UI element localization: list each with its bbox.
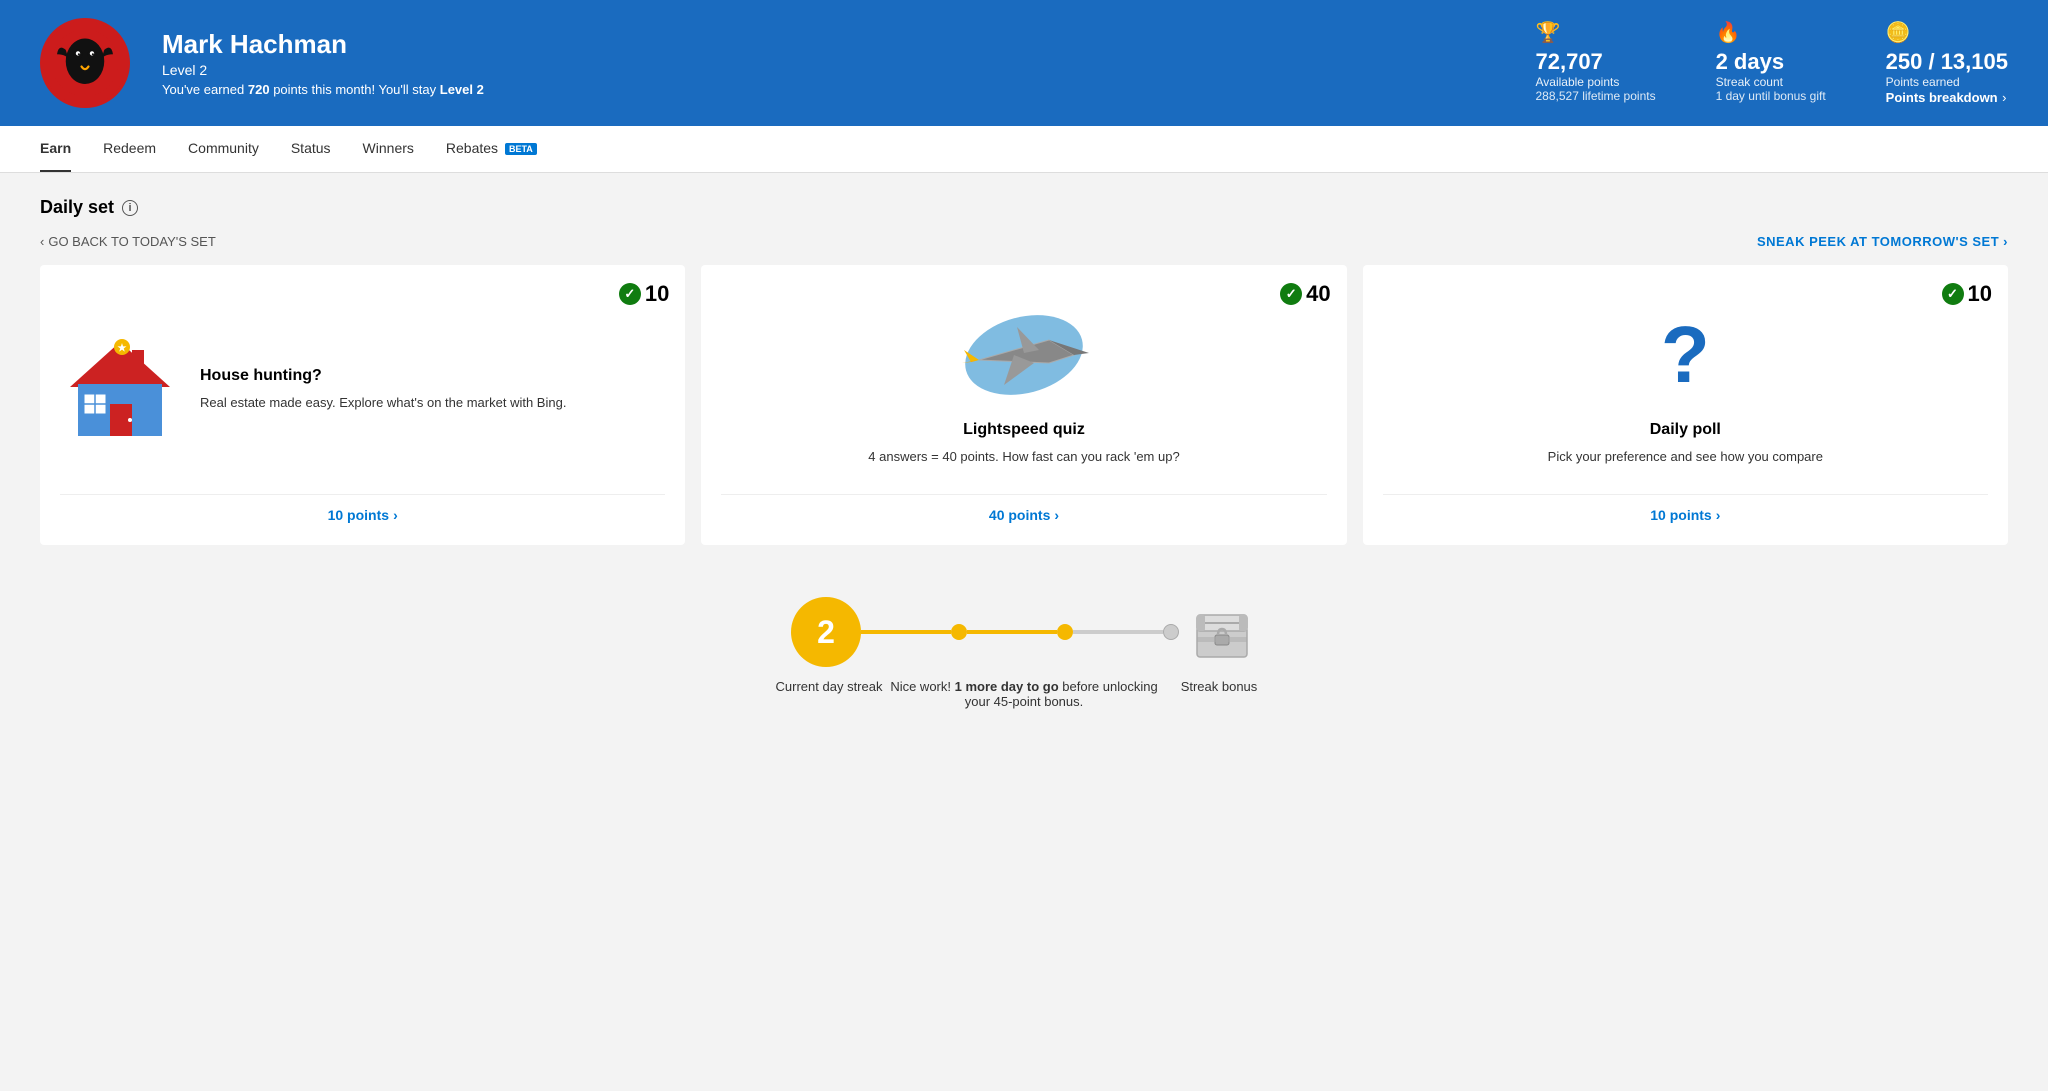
card-3-desc: Pick your preference and see how you com… bbox=[1548, 447, 1823, 467]
card-2-desc: 4 answers = 40 points. How fast can you … bbox=[868, 447, 1179, 467]
streak-line-2 bbox=[967, 630, 1057, 634]
streak-track: 2 bbox=[791, 597, 1257, 667]
question-mark-image: ? bbox=[1635, 305, 1735, 405]
card-3-points-badge: ✓ 10 bbox=[1942, 281, 1992, 307]
card-3-body: ? Daily poll Pick your preference and se… bbox=[1383, 285, 1988, 494]
streak-chest-image bbox=[1187, 600, 1257, 665]
card-2-body: Lightspeed quiz 4 answers = 40 points. H… bbox=[721, 285, 1326, 494]
house-svg: ★ bbox=[60, 332, 180, 442]
streak-current-label: Current day streak bbox=[776, 679, 883, 694]
card-1-footer: 10 points › bbox=[60, 494, 665, 525]
card-1-text: House hunting? Real estate made easy. Ex… bbox=[200, 367, 665, 413]
stat-available-points: 🏆 72,707 Available points 288,527 lifeti… bbox=[1536, 20, 1656, 107]
streak-dot-2 bbox=[1057, 624, 1073, 640]
nav-earn[interactable]: Earn bbox=[40, 126, 71, 172]
streak-line-3 bbox=[1073, 630, 1163, 634]
streak-line-1 bbox=[861, 630, 951, 634]
points-earned-label: Points earned bbox=[1886, 75, 2008, 89]
user-info: Mark Hachman Level 2 You've earned 720 p… bbox=[162, 29, 1504, 97]
card-2-footer: 40 points › bbox=[721, 494, 1326, 525]
user-name: Mark Hachman bbox=[162, 29, 1504, 60]
avatar bbox=[40, 18, 130, 108]
card-2-check: ✓ bbox=[1280, 283, 1302, 305]
nav-community[interactable]: Community bbox=[188, 126, 259, 172]
flame-icon: 🔥 bbox=[1716, 20, 1826, 45]
beta-badge: BETA bbox=[505, 143, 537, 155]
lifetime-points: 288,527 lifetime points bbox=[1536, 89, 1656, 103]
streak-dot-3 bbox=[1163, 624, 1179, 640]
points-earned-value: 250 / 13,105 bbox=[1886, 49, 2008, 75]
avatar-icon bbox=[50, 28, 120, 98]
card-3-footer: 10 points › bbox=[1383, 494, 1988, 525]
nav-status[interactable]: Status bbox=[291, 126, 331, 172]
card-3-title: Daily poll bbox=[1650, 421, 1721, 439]
streak-day-circle: 2 bbox=[791, 597, 861, 667]
main-content: Daily set i ‹ GO BACK TO TODAY'S SET SNE… bbox=[0, 173, 2048, 789]
streak-middle-text: Nice work! 1 more day to go before unloc… bbox=[884, 679, 1164, 709]
streak-section: 2 bbox=[40, 577, 2008, 749]
streak-count-label: Streak count bbox=[1716, 75, 1826, 89]
sneak-peek-link[interactable]: SNEAK PEEK AT TOMORROW'S SET › bbox=[1757, 234, 2008, 249]
card-1-points-badge: ✓ 10 bbox=[619, 281, 669, 307]
user-level: Level 2 bbox=[162, 62, 1504, 78]
card-daily-poll[interactable]: ✓ 10 ? Daily poll Pick your preference a… bbox=[1363, 265, 2008, 545]
nav-winners[interactable]: Winners bbox=[363, 126, 414, 172]
streak-current-col: Current day streak bbox=[774, 679, 884, 694]
card-1-desc: Real estate made easy. Explore what's on… bbox=[200, 393, 665, 413]
header-stats: 🏆 72,707 Available points 288,527 lifeti… bbox=[1536, 20, 2009, 107]
card-2-title: Lightspeed quiz bbox=[963, 421, 1085, 439]
monthly-points: 720 bbox=[248, 82, 270, 97]
jet-image bbox=[959, 305, 1089, 405]
card-3-footer-link[interactable]: 10 points › bbox=[1650, 507, 1720, 523]
card-house-hunting[interactable]: ✓ 10 ★ bbox=[40, 265, 685, 545]
cards-row: ✓ 10 ★ bbox=[40, 265, 2008, 545]
svg-text:★: ★ bbox=[118, 343, 127, 354]
user-monthly-message: You've earned 720 points this month! You… bbox=[162, 82, 1504, 97]
nav-rebates[interactable]: Rebates BETA bbox=[446, 126, 537, 172]
jet-svg bbox=[959, 305, 1089, 405]
card-1-title: House hunting? bbox=[200, 367, 665, 385]
nav-redeem[interactable]: Redeem bbox=[103, 126, 156, 172]
streak-dot-1 bbox=[951, 624, 967, 640]
streak-bonus-label: Streak bonus bbox=[1181, 679, 1258, 694]
card-2-points-badge: ✓ 40 bbox=[1280, 281, 1330, 307]
stat-points-earned: 🪙 250 / 13,105 Points earned Points brea… bbox=[1886, 20, 2008, 107]
points-breakdown-link[interactable]: Points breakdown bbox=[1886, 90, 1998, 105]
streak-bold-text: 1 more day to go bbox=[955, 679, 1059, 694]
info-icon[interactable]: i bbox=[122, 200, 138, 216]
monthly-level: Level 2 bbox=[440, 82, 484, 97]
stat-streak: 🔥 2 days Streak count 1 day until bonus … bbox=[1716, 20, 1826, 107]
main-nav: Earn Redeem Community Status Winners Reb… bbox=[0, 126, 2048, 173]
card-1-check: ✓ bbox=[619, 283, 641, 305]
card-3-check: ✓ bbox=[1942, 283, 1964, 305]
card-lightspeed-quiz[interactable]: ✓ 40 bbox=[701, 265, 1346, 545]
card-1-body: ★ House hunting? Real estate made bbox=[60, 285, 665, 494]
header: Mark Hachman Level 2 You've earned 720 p… bbox=[0, 0, 2048, 126]
streak-bonus-sub: 1 day until bonus gift bbox=[1716, 89, 1826, 103]
cards-nav-bar: ‹ GO BACK TO TODAY'S SET SNEAK PEEK AT T… bbox=[40, 234, 2008, 249]
question-mark-icon: ? bbox=[1661, 315, 1710, 395]
back-to-today-link[interactable]: ‹ GO BACK TO TODAY'S SET bbox=[40, 234, 216, 249]
streak-middle-col: Nice work! 1 more day to go before unloc… bbox=[884, 679, 1164, 709]
card-2-footer-link[interactable]: 40 points › bbox=[989, 507, 1059, 523]
available-points-label: Available points bbox=[1536, 75, 1656, 89]
house-image: ★ bbox=[60, 332, 180, 447]
card-1-footer-link[interactable]: 10 points › bbox=[328, 507, 398, 523]
trophy-icon: 🏆 bbox=[1536, 20, 1656, 45]
chest-svg bbox=[1192, 605, 1252, 660]
streak-labels: Current day streak Nice work! 1 more day… bbox=[774, 679, 1274, 709]
available-points-value: 72,707 bbox=[1536, 49, 1656, 75]
coins-icon: 🪙 bbox=[1886, 20, 2008, 45]
streak-value: 2 days bbox=[1716, 49, 1826, 75]
streak-bonus-col: Streak bonus bbox=[1164, 679, 1274, 694]
section-title: Daily set i bbox=[40, 197, 2008, 218]
